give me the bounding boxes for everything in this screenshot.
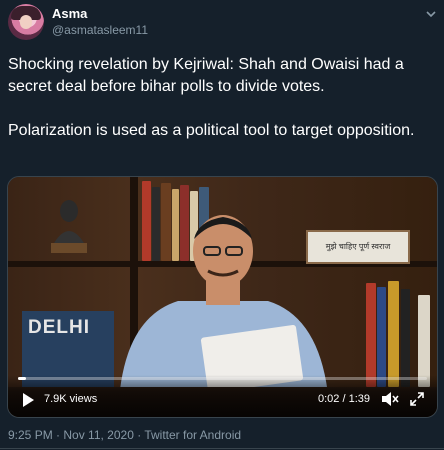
progress-fill [18, 377, 27, 380]
play-icon[interactable] [20, 392, 36, 408]
divider [0, 448, 444, 449]
chevron-down-icon[interactable] [425, 8, 437, 20]
tweet-paragraph-1: Shocking revelation by Kejriwal: Shah an… [8, 56, 404, 95]
meta-separator: · [52, 428, 64, 442]
book [388, 281, 399, 387]
delhi-book-title: DELHI [28, 317, 90, 338]
meta-separator: · [133, 428, 145, 442]
avatar-face [20, 15, 32, 29]
tweet-meta: 9:25 PM · Nov 11, 2020 · Twitter for And… [8, 428, 241, 442]
tweet-header: Asma @asmatasleem11 [0, 0, 444, 48]
book [377, 287, 386, 387]
progress-bar[interactable] [18, 377, 427, 380]
author-handle[interactable]: @asmatasleem11 [52, 23, 148, 37]
book [366, 283, 376, 387]
video-time: 0:02 / 1:39 [318, 393, 370, 405]
fullscreen-icon[interactable] [409, 391, 425, 407]
video-player[interactable]: मुझे चाहिए पूर्ण स्वराज DELHI 7.9K views… [7, 176, 438, 418]
mute-icon[interactable] [381, 391, 399, 407]
tweet-date[interactable]: Nov 11, 2020 [63, 428, 134, 442]
avatar[interactable] [8, 4, 44, 40]
statue-bust [51, 200, 87, 253]
book [418, 295, 430, 387]
tweet-source[interactable]: Twitter for Android [144, 428, 241, 442]
book [401, 289, 410, 387]
tweet-paragraph-2: Polarization is used as a political tool… [8, 122, 415, 139]
author-name[interactable]: Asma [52, 6, 87, 21]
tweet-time[interactable]: 9:25 PM [8, 428, 53, 442]
view-count: 7.9K views [44, 393, 98, 405]
tweet-text: Shocking revelation by Kejriwal: Shah an… [8, 54, 438, 164]
